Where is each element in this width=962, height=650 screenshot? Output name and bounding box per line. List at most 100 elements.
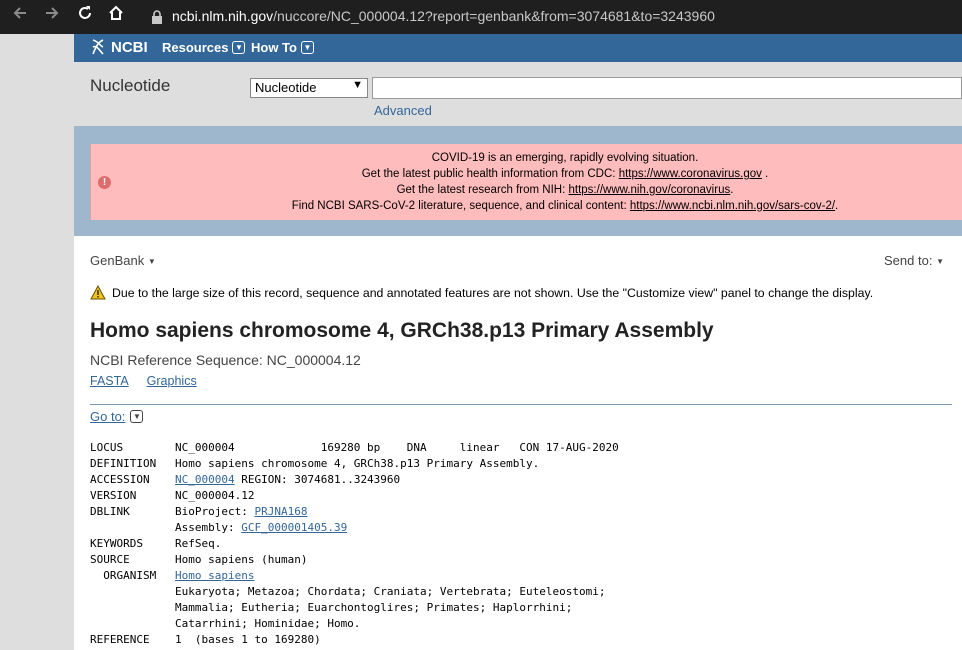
ncbi-helix-icon: [92, 39, 104, 55]
covid-line-2-end: .: [761, 168, 769, 180]
field-key: SOURCE: [90, 553, 130, 566]
bioproject-link[interactable]: PRJNA168: [254, 505, 307, 518]
field-key: DEFINITION: [90, 457, 157, 470]
forward-arrow-icon[interactable]: [40, 4, 64, 28]
alert-icon: !: [98, 176, 111, 189]
advanced-search-link[interactable]: Advanced: [374, 103, 432, 118]
sars-cov-2-link[interactable]: https://www.ncbi.nlm.nih.gov/sars-cov-2/: [630, 200, 835, 212]
reload-icon[interactable]: [73, 4, 97, 28]
ncbi-logo-text: NCBI: [111, 38, 148, 56]
field-value: Catarrhini; Hominidae; Homo.: [175, 617, 361, 630]
format-label: GenBank: [90, 253, 145, 268]
field-key: VERSION: [90, 489, 137, 502]
organism-link[interactable]: Homo sapiens: [175, 569, 254, 582]
divider: [90, 404, 952, 405]
back-arrow-icon[interactable]: [8, 4, 32, 28]
chevron-down-icon: ▼: [130, 410, 144, 423]
home-icon[interactable]: [104, 4, 128, 28]
covid-line-3-end: .: [730, 184, 734, 196]
warning-icon: [90, 285, 106, 300]
field-key: DBLINK: [90, 505, 130, 518]
howto-label: How To: [251, 40, 297, 55]
field-value: RefSeq.: [175, 537, 222, 550]
page-margin: [0, 34, 74, 650]
database-title: Nucleotide: [90, 76, 171, 95]
search-bar-area: Nucleotide Nucleotide ▼ Advanced: [74, 62, 962, 126]
dblink-row: DBLINK BioProject: PRJNA168: [90, 504, 619, 520]
field-value: REGION: 3074681..3243960: [234, 473, 401, 486]
field-value: NC_000004.12: [175, 489, 255, 502]
view-links: FASTA Graphics: [90, 374, 197, 388]
field-value: Eukaryota; Metazoa; Chordata; Craniata; …: [175, 585, 606, 598]
covid-line-2: Get the latest public health information…: [151, 166, 962, 182]
field-key: LOCUS: [90, 441, 124, 454]
covid-message: COVID-19 is an emerging, rapidly evolvin…: [151, 150, 962, 214]
field-key: ACCESSION: [90, 473, 150, 486]
ncbi-header: NCBI Resources ▼ How To ▼: [74, 34, 962, 62]
record-title: Homo sapiens chromosome 4, GRCh38.p13 Pr…: [90, 319, 714, 342]
field-value: Homo sapiens chromosome 4, GRCh38.p13 Pr…: [175, 457, 540, 470]
accession-row: ACCESSION NC_000004 REGION: 3074681..3243…: [90, 472, 619, 488]
field-value: Assembly:: [175, 521, 242, 534]
record-content: GenBank ▼ Send to: ▼ Due to the large si…: [74, 236, 962, 650]
howto-menu[interactable]: How To ▼: [251, 40, 314, 55]
lock-icon: [152, 10, 162, 24]
definition-row: DEFINITION Homo sapiens chromosome 4, GRC…: [90, 456, 619, 472]
resources-label: Resources: [162, 40, 229, 55]
ncbi-logo[interactable]: NCBI: [90, 38, 148, 56]
search-input[interactable]: [372, 77, 962, 99]
covid-line-1: COVID-19 is an emerging, rapidly evolvin…: [431, 152, 699, 164]
database-select[interactable]: Nucleotide ▼: [250, 78, 368, 98]
field-value: Homo sapiens (human): [175, 553, 308, 566]
lineage-row: Eukaryota; Metazoa; Chordata; Craniata; …: [90, 584, 619, 600]
warning-text: Due to the large size of this record, se…: [112, 285, 874, 300]
lineage-row: Mammalia; Eutheria; Euarchontoglires; Pr…: [90, 600, 619, 616]
field-value: NC_000004 169280 bp DNA linear CON 17-AU…: [175, 441, 619, 454]
reference-row: REFERENCE 1 (bases 1 to 169280): [90, 632, 619, 648]
go-to-menu[interactable]: Go to: ▼: [90, 409, 144, 424]
covid-alert: ! COVID-19 is an emerging, rapidly evolv…: [90, 144, 962, 220]
caret-down-icon: ▼: [147, 257, 156, 267]
send-to-label: Send to:: [884, 253, 933, 268]
cdc-link[interactable]: https://www.coronavirus.gov: [619, 168, 762, 180]
chevron-down-icon: ▼: [232, 41, 246, 54]
source-row: SOURCE Homo sapiens (human): [90, 552, 619, 568]
locus-row: LOCUS NC_000004 169280 bp DNA linear CON …: [90, 440, 619, 456]
database-select-value: Nucleotide: [255, 80, 317, 95]
covid-line-3-text: Get the latest research from NIH:: [396, 184, 569, 196]
assembly-link[interactable]: GCF_000001405.39: [241, 521, 347, 534]
covid-line-2-text: Get the latest public health information…: [361, 168, 619, 180]
refseq-id: NCBI Reference Sequence: NC_000004.12: [90, 352, 361, 368]
organism-row: ORGANISM Homo sapiens: [90, 568, 619, 584]
covid-line-4-text: Find NCBI SARS-CoV-2 literature, sequenc…: [291, 200, 630, 212]
address-bar[interactable]: ncbi.nlm.nih.gov/nuccore/NC_000004.12?re…: [140, 4, 962, 30]
dropdown-arrow-icon: ▼: [352, 79, 363, 91]
covid-line-4-end: .: [835, 200, 839, 212]
covid-line-4: Find NCBI SARS-CoV-2 literature, sequenc…: [151, 198, 962, 214]
caret-down-icon: ▼: [936, 257, 944, 267]
field-key: KEYWORDS: [90, 537, 143, 550]
chevron-down-icon: ▼: [300, 41, 314, 54]
field-value: 1 (bases 1 to 169280): [175, 633, 321, 646]
browser-toolbar: ncbi.nlm.nih.gov/nuccore/NC_000004.12?re…: [0, 0, 962, 34]
lineage-row: Catarrhini; Hominidae; Homo.: [90, 616, 619, 632]
accession-link[interactable]: NC_000004: [175, 473, 235, 486]
alert-band: ! COVID-19 is an emerging, rapidly evolv…: [74, 126, 962, 236]
field-value: Mammalia; Eutheria; Euarchontoglires; Pr…: [175, 601, 573, 614]
nih-link[interactable]: https://www.nih.gov/coronavirus: [569, 184, 731, 196]
url-text: ncbi.nlm.nih.gov/nuccore/NC_000004.12?re…: [172, 8, 715, 24]
version-row: VERSION NC_000004.12: [90, 488, 619, 504]
assembly-row: Assembly: GCF_000001405.39: [90, 520, 619, 536]
go-to-label: Go to:: [90, 409, 126, 424]
covid-line-3: Get the latest research from NIH: https:…: [151, 182, 962, 198]
resources-menu[interactable]: Resources ▼: [162, 40, 246, 55]
format-menu[interactable]: GenBank ▼: [90, 253, 156, 268]
fasta-link[interactable]: FASTA: [90, 374, 129, 388]
size-warning: Due to the large size of this record, se…: [90, 285, 873, 300]
keywords-row: KEYWORDS RefSeq.: [90, 536, 619, 552]
send-to-menu[interactable]: Send to: ▼: [884, 253, 944, 268]
graphics-link[interactable]: Graphics: [147, 374, 197, 388]
field-key: ORGANISM: [90, 569, 157, 582]
field-value: BioProject:: [175, 505, 255, 518]
genbank-flatfile: LOCUS NC_000004 169280 bp DNA linear CON …: [90, 440, 619, 648]
